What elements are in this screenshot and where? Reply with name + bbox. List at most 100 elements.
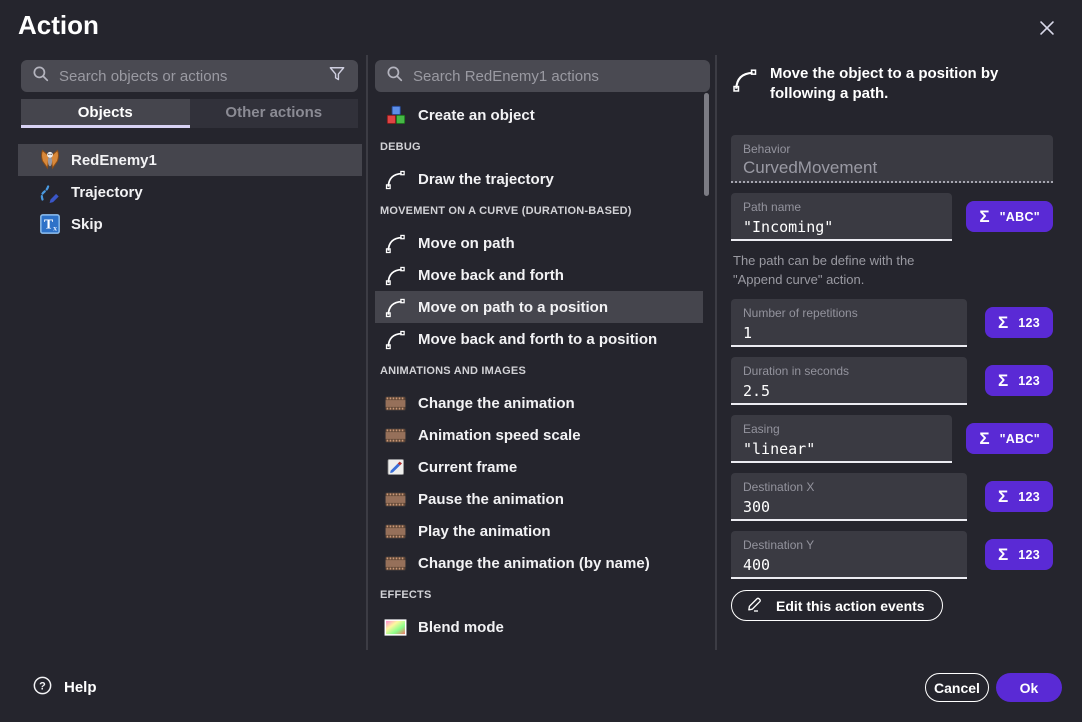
field-row-path-name: Path name "Incoming" Σ"ABC" — [731, 193, 1053, 241]
parameter-fields: BehaviorCurvedMovement Path name "Incoming… — [731, 135, 1053, 589]
expression-button-label: 123 — [1018, 374, 1040, 388]
action-label: Blend mode — [418, 619, 504, 636]
actions-list: Create an objectDEBUG Draw the trajectory… — [375, 99, 703, 643]
curve-icon — [383, 231, 408, 256]
action-item-change-the-animation[interactable]: Change the animation — [375, 387, 703, 419]
objects-search-input[interactable] — [59, 68, 318, 85]
expression-button-label: "ABC" — [1000, 210, 1040, 224]
object-item-skip[interactable]: Tx Skip — [18, 208, 362, 240]
scrollbar-thumb[interactable] — [704, 93, 709, 196]
svg-text:T: T — [44, 217, 53, 232]
field-path-name[interactable]: Path name "Incoming" — [731, 193, 952, 241]
action-item-blend-mode[interactable]: Blend mode — [375, 611, 703, 643]
field-row-number-of-repetitions: Number of repetitions 1 Σ123 — [731, 299, 1053, 347]
panel-divider — [715, 55, 717, 650]
field-row-duration-in-seconds: Duration in seconds2.5 Σ 123 — [731, 357, 1053, 405]
section-header-effects: EFFECTS — [375, 579, 703, 611]
close-icon — [1036, 17, 1058, 42]
action-item-move-back-and-forth[interactable]: Move back and forth — [375, 259, 703, 291]
object-item-trajectory[interactable]: Trajectory — [18, 176, 362, 208]
expression-button-abc-path-name[interactable]: Σ"ABC" — [966, 201, 1053, 232]
actions-search-bar[interactable] — [375, 60, 710, 92]
sigma-icon: Σ — [998, 488, 1008, 505]
blend-icon — [383, 615, 408, 640]
expression-button-label: 123 — [1018, 316, 1040, 330]
field-number-of-repetitions[interactable]: Number of repetitions 1 — [731, 299, 967, 347]
action-item-draw-the-trajectory[interactable]: Draw the trajectory — [375, 163, 703, 195]
film-icon — [383, 551, 408, 576]
field-easing[interactable]: Easing "linear" — [731, 415, 952, 463]
dialog-title: Action — [18, 10, 99, 41]
field-duration-in-seconds[interactable]: Duration in seconds2.5 — [731, 357, 967, 405]
action-item-pause-the-animation[interactable]: Pause the animation — [375, 483, 703, 515]
sigma-icon: Σ — [979, 430, 989, 447]
action-label: Draw the trajectory — [418, 171, 554, 188]
description-text: Move the object to a position by followi… — [770, 64, 1053, 104]
field-value: 1 — [743, 324, 955, 342]
action-item-change-the-animation-by-name[interactable]: Change the animation (by name) — [375, 547, 703, 579]
object-item-redenemy1[interactable]: RedEnemy1 — [18, 144, 362, 176]
field-label: Destination Y — [743, 538, 955, 552]
tab-objects[interactable]: Objects — [21, 99, 190, 128]
field-row-easing: Easing "linear" Σ"ABC" — [731, 415, 1053, 463]
action-label: Move on path to a position — [418, 299, 608, 316]
action-item-animation-speed-scale[interactable]: Animation speed scale — [375, 419, 703, 451]
field-label: Path name — [743, 200, 940, 214]
action-item-create-an-object[interactable]: Create an object — [375, 99, 703, 131]
close-button[interactable] — [1033, 15, 1061, 43]
field-destination-x[interactable]: Destination X300 — [731, 473, 967, 521]
svg-text:x: x — [53, 223, 57, 232]
object-label: Trajectory — [71, 184, 143, 201]
curve-icon — [383, 167, 408, 192]
search-icon — [32, 65, 50, 88]
left-panel-tabs: ObjectsOther actions — [21, 99, 358, 128]
curve-icon — [383, 295, 408, 320]
action-item-move-on-path[interactable]: Move on path — [375, 227, 703, 259]
action-item-play-the-animation[interactable]: Play the animation — [375, 515, 703, 547]
text-object-icon: Tx — [37, 212, 62, 237]
action-label: Move back and forth to a position — [418, 331, 657, 348]
field-label: Destination X — [743, 480, 955, 494]
expression-button-123-destination-x[interactable]: Σ123 — [985, 481, 1053, 512]
section-header-animations-and-images: ANIMATIONS AND IMAGES — [375, 355, 703, 387]
sigma-icon: Σ — [998, 372, 1008, 389]
cancel-button[interactable]: Cancel — [925, 673, 989, 702]
action-item-move-back-and-forth-to-a-position[interactable]: Move back and forth to a position — [375, 323, 703, 355]
pencil-icon — [745, 594, 765, 617]
field-value: "Incoming" — [743, 218, 940, 236]
field-row-behavior: BehaviorCurvedMovement — [731, 135, 1053, 183]
film-icon — [383, 487, 408, 512]
field-helper-text: The path can be define with the "Append … — [731, 251, 943, 289]
action-item-move-on-path-to-a-position[interactable]: Move on path to a position — [375, 291, 703, 323]
field-label: Behavior — [743, 142, 1041, 156]
ok-button[interactable]: Ok — [996, 673, 1062, 702]
field-label: Number of repetitions — [743, 306, 955, 320]
field-value: "linear" — [743, 440, 940, 458]
field-label: Easing — [743, 422, 940, 436]
help-icon: ? — [32, 675, 53, 700]
objects-list: RedEnemy1 Trajectory Tx Skip — [18, 144, 362, 240]
field-label: Duration in seconds — [743, 364, 955, 378]
expression-button-123-destination-y[interactable]: Σ123 — [985, 539, 1053, 570]
action-item-current-frame[interactable]: Current frame — [375, 451, 703, 483]
filter-icon[interactable] — [327, 64, 347, 89]
film-icon — [383, 391, 408, 416]
actions-search-input[interactable] — [413, 68, 699, 85]
field-destination-y[interactable]: Destination Y400 — [731, 531, 967, 579]
action-label: Move back and forth — [418, 267, 564, 284]
tab-other-actions[interactable]: Other actions — [190, 99, 359, 128]
expression-button-123-number-of-repetitions[interactable]: Σ123 — [985, 307, 1053, 338]
object-label: Skip — [71, 216, 103, 233]
expression-button-label: 123 — [1018, 548, 1040, 562]
expression-button-123-duration-in-seconds[interactable]: Σ 123 — [985, 365, 1053, 396]
objects-search-bar[interactable] — [21, 60, 358, 92]
curve-icon — [383, 263, 408, 288]
edit-action-events-button[interactable]: Edit this action events — [731, 590, 943, 621]
section-header-debug: DEBUG — [375, 131, 703, 163]
section-header-movement-on-a-curve-duration-based: MOVEMENT ON A CURVE (DURATION-BASED) — [375, 195, 703, 227]
trajectory-icon — [37, 180, 62, 205]
expression-button-abc-easing[interactable]: Σ"ABC" — [966, 423, 1053, 454]
actions-scrollbar[interactable] — [704, 93, 709, 643]
panel-divider — [366, 55, 368, 650]
help-button[interactable]: ? Help — [32, 675, 97, 700]
